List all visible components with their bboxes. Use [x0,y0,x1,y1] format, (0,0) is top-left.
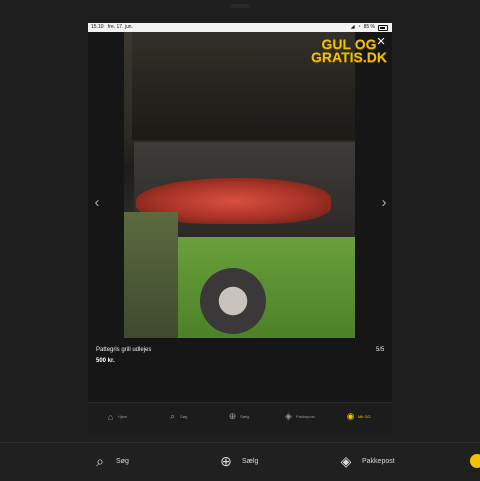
inner-nav-account[interactable]: ◉ Mit GG [346,411,371,421]
nav-package-label: Pakkepost [362,457,395,465]
battery-label: 85 % [363,24,375,30]
status-time-label: 15.10 [91,24,104,30]
nav-sell[interactable]: ⊕ Sælg [218,453,258,469]
inner-nav-search-label: Søg [180,414,188,419]
inner-nav-package-label: Pakkepost [296,414,315,419]
account-avatar[interactable] [470,454,480,468]
plus-circle-icon: ⊕ [228,411,237,421]
close-icon: × [376,32,386,50]
inner-nav-home[interactable]: ⌂ Hjem [106,411,128,422]
inner-bottom-nav: ⌂ Hjem ⌕ Søg ⊕ Sælg ◈ Pakkepost ◉ Mit GG [88,402,392,433]
battery-icon [378,24,388,31]
listing-price: 500 kr. [96,358,115,364]
wifi-icon: ◔ [357,24,361,30]
inner-nav-search[interactable]: ⌕ Søg [168,411,188,421]
bottom-nav: ⌕ Søg ⊕ Sælg ◈ Pakkepost [0,442,480,481]
inner-nav-sell-label: Sælg [240,414,250,419]
listing-title: Pattegris grill udlejes [96,347,152,353]
trailer-wheel [200,268,266,334]
chevron-right-icon: › [381,193,387,211]
plus-circle-icon: ⊕ [220,452,232,469]
user-icon: ◉ [346,411,355,421]
package-icon: ◈ [285,411,292,421]
location-icon: ◢ [350,24,355,30]
search-icon: ⌕ [169,411,176,421]
nav-sell-label: Sælg [242,457,259,465]
inner-nav-sell[interactable]: ⊕ Sælg [228,411,250,421]
image-counter: 5/5 [376,347,385,353]
prev-image-button[interactable]: ‹ [91,193,103,211]
nav-package[interactable]: ◈ Pakkepost [338,453,395,469]
person-leg [124,212,178,338]
brand-logo-line2: GRATIS.DK [311,49,387,65]
status-date-label: fre. 17. jun. [107,24,133,30]
inner-nav-account-label: Mit GG [358,414,371,419]
listing-photo[interactable] [124,32,355,338]
inner-nav-package[interactable]: ◈ Pakkepost [284,411,315,421]
status-time: 15.10 fre. 17. jun. [91,23,133,32]
search-icon: ⌕ [96,452,104,469]
home-icon: ⌂ [107,411,114,422]
status-bar: 15.10 fre. 17. jun. ◢ ◔ 85 % [88,23,392,32]
status-indicators: ◢ ◔ 85 % [351,23,388,32]
package-icon: ◈ [340,452,352,469]
chevron-left-icon: ‹ [94,193,100,211]
next-image-button[interactable]: › [378,193,390,211]
inner-nav-home-label: Hjem [118,414,128,419]
top-indicator [231,4,249,8]
nav-search-label: Søg [116,457,129,465]
nav-search[interactable]: ⌕ Søg [92,453,129,469]
close-button[interactable]: × [372,32,390,50]
